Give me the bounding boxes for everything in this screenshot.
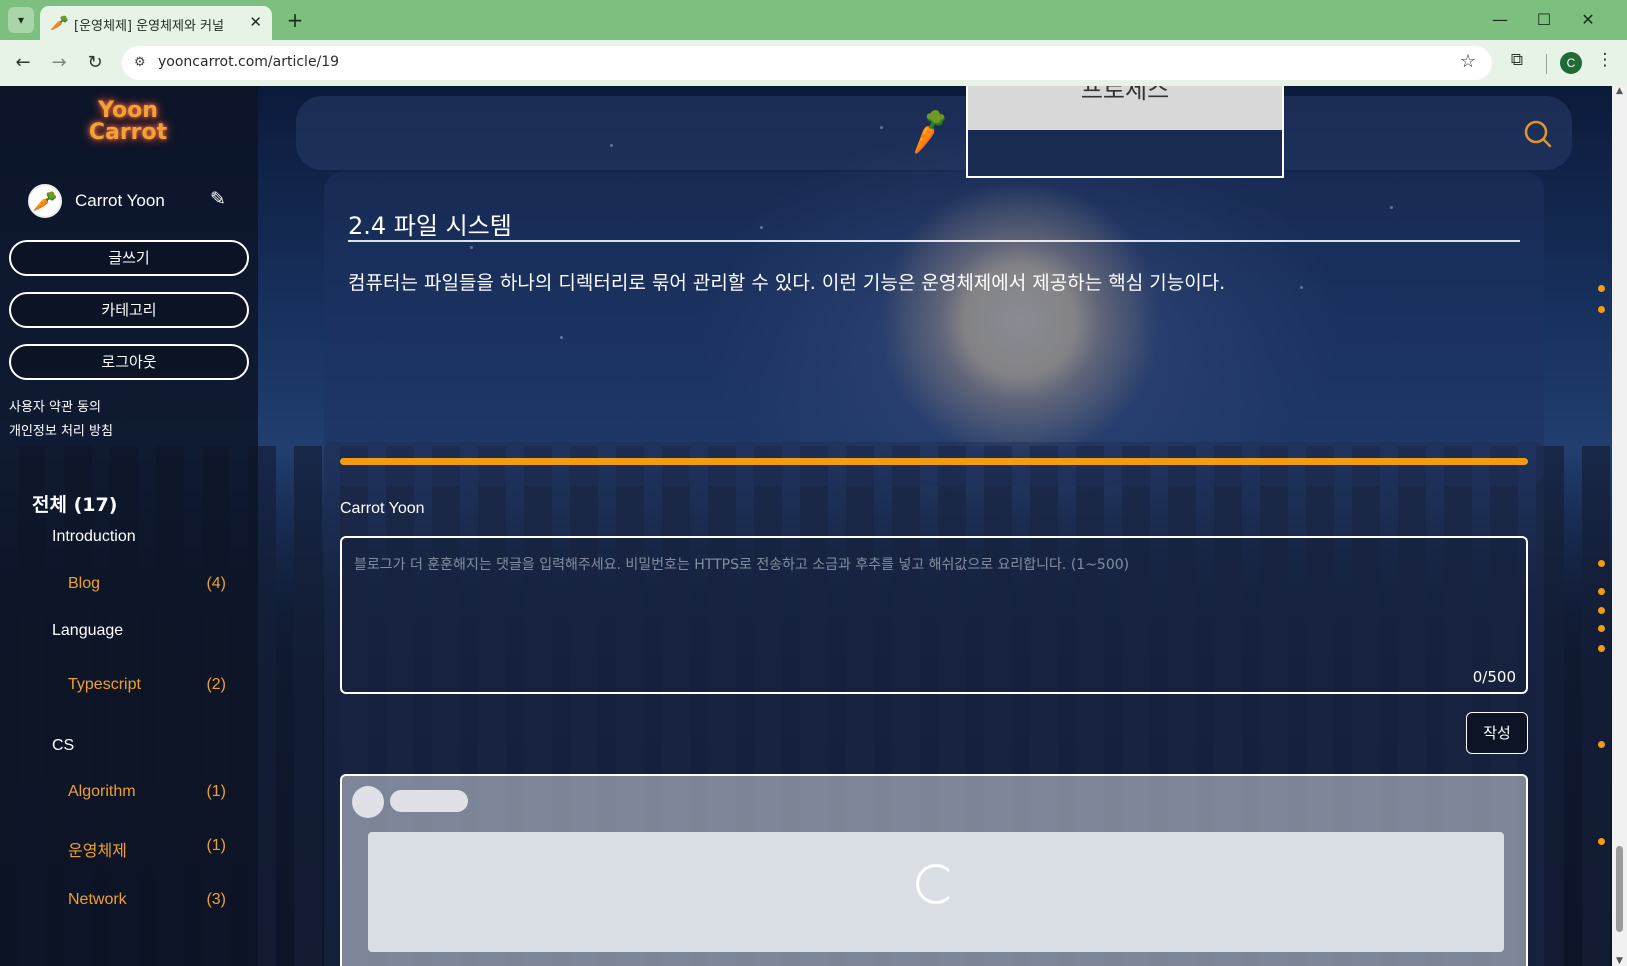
scroll-up-arrow-icon[interactable]: ▲ [1614,86,1625,96]
category-item-label: Algorithm [68,783,136,800]
comment-section: Carrot Yoon 블로그가 더 훈훈해지는 댓글을 입력해주세요. 비밀번… [324,442,1544,966]
category-item-blog[interactable]: Blog (4) [68,575,226,597]
terms-link[interactable]: 사용자 약관 동의 [9,396,101,415]
browser-tab[interactable]: 🥕 [운영체제] 운영체제와 커널 ✕ [40,6,272,40]
carrot-icon: 🥕 [50,14,69,32]
comment-loading-skeleton [340,774,1528,966]
category-item-algorithm[interactable]: Algorithm (1) [68,783,226,805]
url-text[interactable]: yooncarrot.com/article/19 [158,54,339,70]
top-header-bar: 🥕 [296,96,1572,170]
toc-dot[interactable] [1598,838,1605,845]
bookmark-star-icon[interactable]: ☆ [1460,51,1476,72]
tab-title: [운영체제] 운영체제와 커널 [74,19,224,34]
logo-line-carrot: Carrot [88,120,168,145]
toc-active-item[interactable]: 프로세스 [968,86,1282,130]
sidebar: Yoon Carrot 🥕 Carrot Yoon ✎ 글쓰기 카테고리 로그아… [0,86,258,966]
category-item-count: (4) [206,575,226,592]
search-icon[interactable] [1524,120,1552,148]
extensions-icon[interactable]: ⧉ [1504,50,1530,70]
comment-textarea[interactable]: 블로그가 더 훈훈해지는 댓글을 입력해주세요. 비밀번호는 HTTPS로 전송… [340,536,1528,694]
char-counter: 0/500 [1472,668,1516,686]
toc-dot[interactable] [1598,607,1605,614]
logo-line-yoon: Yoon [98,98,158,123]
scrollbar-thumb[interactable] [1616,846,1623,932]
loading-spinner-icon [916,864,956,904]
browser-tab-bar: ▾ 🥕 [운영체제] 운영체제와 커널 ✕ + — ☐ ✕ [0,0,1627,40]
category-group-language: Language [52,622,124,639]
section-heading: 2.4 파일 시스템 [348,212,512,240]
site-info-icon[interactable]: ⚙ [134,55,152,71]
reload-button[interactable]: ↻ [82,50,108,76]
category-item-count: (1) [206,783,226,800]
maximize-button[interactable]: ☐ [1522,6,1566,34]
accent-bar [340,458,1528,465]
toc-dot[interactable] [1598,560,1605,567]
submit-comment-button[interactable]: 작성 [1466,712,1528,754]
category-item-count: (1) [206,837,226,854]
category-item-label: Blog [68,575,101,592]
category-item-os[interactable]: 운영체제 (1) [68,837,226,860]
user-name: Carrot Yoon [75,191,165,210]
user-profile: 🥕 Carrot Yoon ✎ [28,184,248,218]
toc-popup[interactable]: 프로세스 [966,86,1284,178]
tab-search-button[interactable]: ▾ [8,7,34,33]
skeleton-name [390,790,468,812]
logout-button[interactable]: 로그아웃 [9,344,249,380]
toc-dot[interactable] [1598,741,1605,748]
page-viewport: Yoon Carrot 🥕 Carrot Yoon ✎ 글쓰기 카테고리 로그아… [0,86,1627,966]
article-card: 2.4 파일 시스템 컴퓨터는 파일들을 하나의 디렉터리로 묶어 관리할 수 … [324,172,1544,486]
skeleton-body [368,832,1504,952]
avatar: 🥕 [28,184,62,218]
back-button[interactable]: ← [10,50,36,76]
scroll-down-arrow-icon[interactable]: ▼ [1614,956,1625,966]
close-window-button[interactable]: ✕ [1566,6,1610,34]
privacy-policy-link[interactable]: 개인정보 처리 방침 [9,420,113,439]
profile-avatar[interactable]: C [1560,52,1582,74]
skeleton-avatar [352,786,384,818]
comment-placeholder: 블로그가 더 훈훈해지는 댓글을 입력해주세요. 비밀번호는 HTTPS로 전송… [354,557,1130,573]
comment-user-name: Carrot Yoon [340,500,425,517]
new-tab-button[interactable]: + [284,7,306,33]
toc-dot[interactable] [1598,306,1605,313]
category-total[interactable]: 전체 (17) [32,490,117,517]
minimize-button[interactable]: — [1478,6,1522,34]
forward-button[interactable]: → [46,50,72,76]
category-item-label: 운영체제 [68,843,127,860]
toc-dot[interactable] [1598,645,1605,652]
toc-dot[interactable] [1598,625,1605,632]
close-tab-icon[interactable]: ✕ [249,13,262,31]
category-item-count: (3) [206,891,226,908]
article-paragraph: 컴퓨터는 파일들을 하나의 디렉터리로 묶어 관리할 수 있다. 이런 기능은 … [348,272,1226,294]
category-button[interactable]: 카테고리 [9,292,249,328]
address-bar[interactable]: ⚙ yooncarrot.com/article/19 ☆ [122,46,1492,80]
category-group-cs: CS [52,737,75,754]
category-item-label: Network [68,891,127,908]
edit-icon[interactable]: ✎ [210,188,226,210]
category-group-introduction: Introduction [52,528,136,545]
category-item-network[interactable]: Network (3) [68,891,226,913]
toc-dot[interactable] [1598,588,1605,595]
page-scrollbar[interactable]: ▲ ▼ [1612,86,1627,966]
toolbar-separator [1546,54,1547,74]
write-post-button[interactable]: 글쓰기 [9,240,249,276]
heading-divider [348,240,1520,242]
category-item-typescript[interactable]: Typescript (2) [68,676,226,698]
toc-dot[interactable] [1598,285,1605,292]
menu-kebab-icon[interactable]: ⋮ [1592,50,1618,70]
toc-heading: 프로세스 [1080,86,1170,104]
category-item-count: (2) [206,676,226,693]
carrot-logo-icon[interactable]: 🥕 [900,104,957,159]
category-item-label: Typescript [68,676,141,693]
browser-toolbar: ← → ↻ ⚙ yooncarrot.com/article/19 ☆ ⧉ C … [0,40,1627,86]
site-logo[interactable]: Yoon Carrot [78,100,178,144]
